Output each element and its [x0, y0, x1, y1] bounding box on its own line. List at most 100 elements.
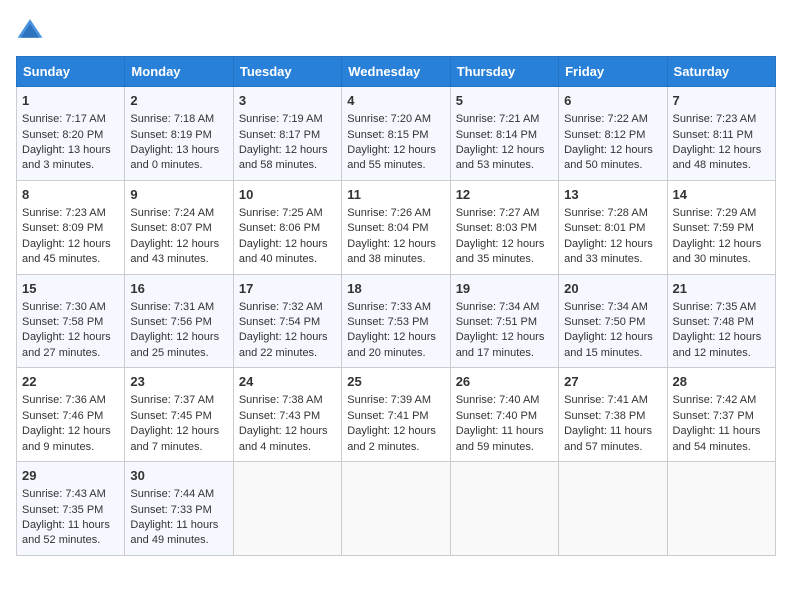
day-info-line: Daylight: 12 hours [130, 424, 227, 439]
day-info-line: Sunrise: 7:17 AM [22, 112, 119, 127]
day-info-line: and 38 minutes. [347, 252, 444, 267]
day-info-line: Sunrise: 7:21 AM [456, 112, 553, 127]
day-info-line: Sunset: 8:15 PM [347, 128, 444, 143]
day-info-line: Sunrise: 7:28 AM [564, 206, 661, 221]
day-info-line: Sunrise: 7:26 AM [347, 206, 444, 221]
day-info-line: Daylight: 12 hours [347, 237, 444, 252]
day-info-line: Sunrise: 7:36 AM [22, 393, 119, 408]
day-info-line: Daylight: 12 hours [239, 424, 336, 439]
calendar-body: 1Sunrise: 7:17 AMSunset: 8:20 PMDaylight… [17, 87, 776, 556]
day-info-line: and 22 minutes. [239, 346, 336, 361]
calendar-cell: 2Sunrise: 7:18 AMSunset: 8:19 PMDaylight… [125, 87, 233, 181]
day-info-line: Daylight: 11 hours [130, 518, 227, 533]
calendar-cell: 17Sunrise: 7:32 AMSunset: 7:54 PMDayligh… [233, 274, 341, 368]
day-number: 12 [456, 186, 553, 204]
calendar-cell [233, 462, 341, 556]
day-info-line: Sunrise: 7:43 AM [22, 487, 119, 502]
day-info-line: Daylight: 12 hours [456, 330, 553, 345]
day-info-line: Sunset: 8:11 PM [673, 128, 770, 143]
calendar-week-5: 29Sunrise: 7:43 AMSunset: 7:35 PMDayligh… [17, 462, 776, 556]
day-info-line: Sunset: 7:58 PM [22, 315, 119, 330]
day-info-line: Sunset: 7:33 PM [130, 503, 227, 518]
day-info-line: Sunrise: 7:31 AM [130, 300, 227, 315]
day-info-line: Daylight: 12 hours [456, 237, 553, 252]
day-info-line: and 43 minutes. [130, 252, 227, 267]
day-info-line: Daylight: 12 hours [130, 237, 227, 252]
day-info-line: and 57 minutes. [564, 440, 661, 455]
day-info-line: Sunset: 7:41 PM [347, 409, 444, 424]
weekday-header-friday: Friday [559, 57, 667, 87]
calendar-cell: 28Sunrise: 7:42 AMSunset: 7:37 PMDayligh… [667, 368, 775, 462]
day-info-line: Sunset: 8:20 PM [22, 128, 119, 143]
calendar-header: SundayMondayTuesdayWednesdayThursdayFrid… [17, 57, 776, 87]
day-info-line: Daylight: 12 hours [673, 143, 770, 158]
calendar-cell: 30Sunrise: 7:44 AMSunset: 7:33 PMDayligh… [125, 462, 233, 556]
day-info-line: Sunrise: 7:25 AM [239, 206, 336, 221]
day-info-line: Sunrise: 7:33 AM [347, 300, 444, 315]
day-number: 22 [22, 373, 119, 391]
day-info-line: Sunset: 7:37 PM [673, 409, 770, 424]
calendar-cell: 11Sunrise: 7:26 AMSunset: 8:04 PMDayligh… [342, 180, 450, 274]
day-info-line: Daylight: 12 hours [673, 330, 770, 345]
day-info-line: Sunset: 7:59 PM [673, 221, 770, 236]
day-info-line: and 17 minutes. [456, 346, 553, 361]
day-info-line: Daylight: 12 hours [564, 330, 661, 345]
day-info-line: Sunset: 8:19 PM [130, 128, 227, 143]
day-info-line: Sunset: 7:46 PM [22, 409, 119, 424]
day-info-line: and 58 minutes. [239, 158, 336, 173]
logo-icon [16, 16, 44, 44]
day-info-line: Sunrise: 7:27 AM [456, 206, 553, 221]
day-info-line: and 33 minutes. [564, 252, 661, 267]
weekday-header-tuesday: Tuesday [233, 57, 341, 87]
day-info-line: and 35 minutes. [456, 252, 553, 267]
day-number: 23 [130, 373, 227, 391]
calendar-cell: 24Sunrise: 7:38 AMSunset: 7:43 PMDayligh… [233, 368, 341, 462]
calendar-cell: 13Sunrise: 7:28 AMSunset: 8:01 PMDayligh… [559, 180, 667, 274]
day-info-line: Sunset: 7:38 PM [564, 409, 661, 424]
day-info-line: Sunset: 8:14 PM [456, 128, 553, 143]
day-info-line: Sunrise: 7:32 AM [239, 300, 336, 315]
day-info-line: Sunset: 7:45 PM [130, 409, 227, 424]
day-info-line: Sunset: 8:17 PM [239, 128, 336, 143]
calendar-cell: 14Sunrise: 7:29 AMSunset: 7:59 PMDayligh… [667, 180, 775, 274]
day-info-line: Daylight: 12 hours [673, 237, 770, 252]
day-info-line: Daylight: 13 hours [22, 143, 119, 158]
day-info-line: Sunset: 7:48 PM [673, 315, 770, 330]
calendar-cell: 3Sunrise: 7:19 AMSunset: 8:17 PMDaylight… [233, 87, 341, 181]
day-info-line: and 30 minutes. [673, 252, 770, 267]
day-number: 26 [456, 373, 553, 391]
weekday-header-sunday: Sunday [17, 57, 125, 87]
day-info-line: Daylight: 13 hours [130, 143, 227, 158]
day-info-line: Sunrise: 7:41 AM [564, 393, 661, 408]
day-info-line: and 7 minutes. [130, 440, 227, 455]
day-info-line: and 12 minutes. [673, 346, 770, 361]
calendar-cell: 5Sunrise: 7:21 AMSunset: 8:14 PMDaylight… [450, 87, 558, 181]
day-info-line: and 59 minutes. [456, 440, 553, 455]
weekday-header-wednesday: Wednesday [342, 57, 450, 87]
page-header [16, 16, 776, 44]
day-info-line: Sunset: 8:04 PM [347, 221, 444, 236]
calendar-cell: 29Sunrise: 7:43 AMSunset: 7:35 PMDayligh… [17, 462, 125, 556]
day-info-line: Sunset: 7:53 PM [347, 315, 444, 330]
day-info-line: Daylight: 12 hours [130, 330, 227, 345]
day-info-line: Daylight: 12 hours [22, 424, 119, 439]
weekday-header-monday: Monday [125, 57, 233, 87]
weekday-header-thursday: Thursday [450, 57, 558, 87]
day-info-line: Sunset: 7:43 PM [239, 409, 336, 424]
day-info-line: Sunset: 7:40 PM [456, 409, 553, 424]
day-info-line: Sunset: 8:01 PM [564, 221, 661, 236]
day-info-line: and 48 minutes. [673, 158, 770, 173]
day-number: 17 [239, 280, 336, 298]
day-info-line: Sunrise: 7:18 AM [130, 112, 227, 127]
day-info-line: Daylight: 12 hours [347, 424, 444, 439]
calendar-cell: 18Sunrise: 7:33 AMSunset: 7:53 PMDayligh… [342, 274, 450, 368]
day-info-line: Daylight: 12 hours [456, 143, 553, 158]
day-info-line: Daylight: 12 hours [22, 330, 119, 345]
day-info-line: and 53 minutes. [456, 158, 553, 173]
calendar-cell [559, 462, 667, 556]
day-info-line: Daylight: 12 hours [347, 330, 444, 345]
day-info-line: Daylight: 12 hours [239, 237, 336, 252]
day-info-line: Sunset: 7:35 PM [22, 503, 119, 518]
day-info-line: Daylight: 12 hours [239, 330, 336, 345]
day-info-line: and 40 minutes. [239, 252, 336, 267]
